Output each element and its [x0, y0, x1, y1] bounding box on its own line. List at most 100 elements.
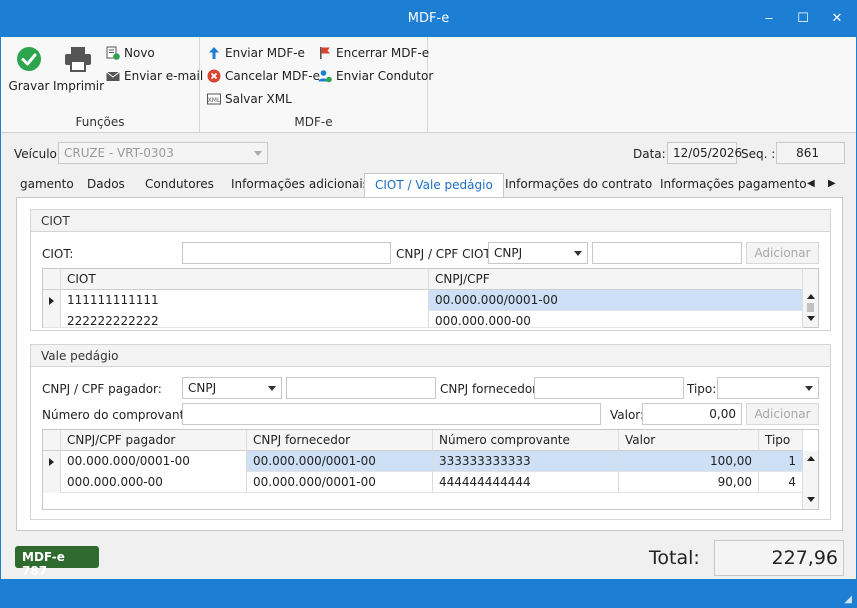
column-header-comprovante[interactable]: Número comprovante — [433, 430, 619, 451]
novo-label: Novo — [124, 46, 155, 60]
cell-comprovante[interactable]: 444444444444 — [433, 472, 619, 493]
cnpj-cpf-ciot-type-value: CNPJ — [494, 246, 523, 260]
cell-comprovante[interactable]: 333333333333 — [433, 451, 619, 472]
vale-grid-header: CNPJ/CPF pagador CNPJ fornecedor Número … — [43, 430, 803, 451]
flag-icon — [318, 46, 332, 60]
column-header-pagador[interactable]: CNPJ/CPF pagador — [61, 430, 247, 451]
imprimir-label: Imprimir — [53, 79, 105, 93]
maximize-button[interactable]: ☐ — [791, 7, 815, 31]
gravar-label: Gravar — [8, 79, 50, 93]
pagador-type-value: CNPJ — [188, 381, 217, 395]
cancelar-mdfe-button[interactable]: Cancelar MDF-e — [207, 66, 320, 86]
tab-ciot-vale-pedagio[interactable]: CIOT / Vale pedágio — [364, 173, 504, 198]
cell-pagador[interactable]: 000.000.000-00 — [61, 472, 247, 493]
pagador-input[interactable] — [286, 377, 436, 399]
fornecedor-input[interactable] — [534, 377, 684, 399]
table-row[interactable]: 222222222222 000.000.000-00 — [43, 311, 803, 328]
ribbon-group-label: MDF-e — [294, 115, 333, 129]
tab-informacoes-adicionais[interactable]: Informações adicionais — [231, 173, 369, 197]
scroll-up-icon[interactable] — [807, 456, 815, 461]
cnpj-cpf-ciot-type-select[interactable]: CNPJ — [488, 242, 588, 264]
arrow-up-icon — [207, 46, 221, 60]
tab-scroll-right-icon[interactable]: ▶ — [828, 173, 836, 197]
cell-fornecedor[interactable]: 00.000.000/0001-00 — [247, 472, 433, 493]
ciot-add-button[interactable]: Adicionar — [746, 242, 819, 264]
cell-valor[interactable]: 90,00 — [619, 472, 759, 493]
novo-button[interactable]: Novo — [106, 43, 155, 63]
tipo-select[interactable] — [717, 377, 819, 399]
cnpj-cpf-ciot-input[interactable] — [592, 242, 742, 264]
salvar-xml-label: Salvar XML — [225, 92, 292, 106]
scroll-thumb[interactable] — [807, 303, 814, 312]
gravar-button[interactable]: Gravar — [7, 45, 51, 93]
tab-scroll-left-icon[interactable]: ◀ — [807, 173, 815, 197]
tab-informacoes-contrato[interactable]: Informações do contrato — [505, 173, 652, 197]
column-header-ciot[interactable]: CIOT — [61, 269, 429, 290]
pagador-type-select[interactable]: CNPJ — [182, 377, 282, 399]
column-header-cnpj-cpf[interactable]: CNPJ/CPF — [429, 269, 803, 290]
table-row[interactable]: 111111111111 00.000.000/0001-00 — [43, 290, 803, 311]
chevron-down-icon — [574, 251, 582, 256]
close-button[interactable]: ✕ — [825, 7, 849, 31]
tab-informacoes-pagamento[interactable]: Informações pagamento — [660, 173, 807, 197]
cell-ciot[interactable]: 222222222222 — [61, 311, 429, 327]
enviar-condutor-button[interactable]: Enviar Condutor — [318, 66, 433, 86]
minimize-button[interactable]: ‒ — [757, 7, 781, 31]
data-field[interactable]: 12/05/2026 — [667, 142, 742, 164]
column-header-tipo[interactable]: Tipo — [759, 430, 803, 451]
valor-input[interactable]: 0,00 — [642, 403, 742, 425]
window-title: MDF-e — [407, 11, 450, 26]
envelope-icon — [106, 69, 120, 83]
cell-cnpj-cpf[interactable]: 000.000.000-00 — [429, 311, 803, 327]
user-add-icon — [318, 69, 332, 83]
ciot-input[interactable] — [182, 242, 391, 264]
enviar-mdfe-button[interactable]: Enviar MDF-e — [207, 43, 305, 63]
chevron-down-icon — [268, 386, 276, 391]
data-label: Data: — [633, 147, 666, 161]
tab-condutores[interactable]: Condutores — [145, 173, 214, 197]
ciot-grid-scrollbar[interactable] — [802, 269, 818, 327]
status-bar: ◢ — [1, 579, 856, 607]
title-bar: MDF-e ‒ ☐ ✕ — [1, 1, 856, 37]
fornecedor-label: CNPJ fornecedor: — [440, 382, 541, 396]
cell-fornecedor[interactable]: 00.000.000/0001-00 — [247, 451, 433, 472]
vale-pedagio-grid: CNPJ/CPF pagador CNPJ fornecedor Número … — [42, 429, 819, 510]
comprovante-input[interactable] — [182, 403, 601, 425]
scroll-down-icon[interactable] — [807, 316, 815, 321]
column-header-fornecedor[interactable]: CNPJ fornecedor — [247, 430, 433, 451]
imprimir-button[interactable]: Imprimir — [53, 45, 105, 93]
seq-field[interactable]: 861 — [776, 142, 845, 164]
current-row-icon — [49, 297, 54, 305]
tab-carregamento[interactable]: gamento — [20, 173, 74, 197]
valor-label: Valor: — [610, 408, 645, 422]
tab-dados[interactable]: Dados — [87, 173, 125, 197]
enviar-condutor-label: Enviar Condutor — [336, 69, 434, 83]
enviar-email-button[interactable]: Enviar e-mail — [106, 66, 203, 86]
salvar-xml-button[interactable]: XML Salvar XML — [207, 89, 292, 109]
column-header-valor[interactable]: Valor — [619, 430, 759, 451]
cancel-icon — [207, 69, 221, 83]
tab-bar: gamento Dados Condutores Informações adi… — [1, 173, 856, 198]
ribbon-group-label: Funções — [75, 115, 125, 129]
tab-panel: CIOT CIOT: CNPJ / CPF CIOT: CNPJ Adicion… — [16, 197, 843, 531]
total-label: Total: — [649, 547, 700, 569]
veiculo-value: CRUZE - VRT-0303 — [64, 146, 174, 160]
cell-ciot[interactable]: 111111111111 — [61, 290, 429, 311]
cell-tipo[interactable]: 1 — [759, 451, 803, 472]
table-row[interactable]: 000.000.000-00 00.000.000/0001-00 444444… — [43, 472, 803, 493]
cell-pagador[interactable]: 00.000.000/0001-00 — [61, 451, 247, 472]
resize-grip-icon[interactable]: ◢ — [844, 594, 852, 605]
comprovante-label: Número do comprovante: — [42, 408, 196, 422]
cell-cnpj-cpf[interactable]: 00.000.000/0001-00 — [429, 290, 803, 311]
cell-tipo[interactable]: 4 — [759, 472, 803, 493]
vale-grid-scrollbar[interactable] — [802, 451, 818, 509]
enviar-email-label: Enviar e-mail — [124, 69, 204, 83]
vale-add-button[interactable]: Adicionar — [746, 403, 819, 425]
veiculo-select[interactable]: CRUZE - VRT-0303 — [58, 142, 268, 164]
encerrar-mdfe-button[interactable]: Encerrar MDF-e — [318, 43, 429, 63]
cell-valor[interactable]: 100,00 — [619, 451, 759, 472]
scroll-up-icon[interactable] — [807, 294, 815, 299]
ciot-section-title: CIOT — [31, 210, 830, 232]
table-row[interactable]: 00.000.000/0001-00 00.000.000/0001-00 33… — [43, 451, 803, 472]
scroll-down-icon[interactable] — [807, 497, 815, 502]
